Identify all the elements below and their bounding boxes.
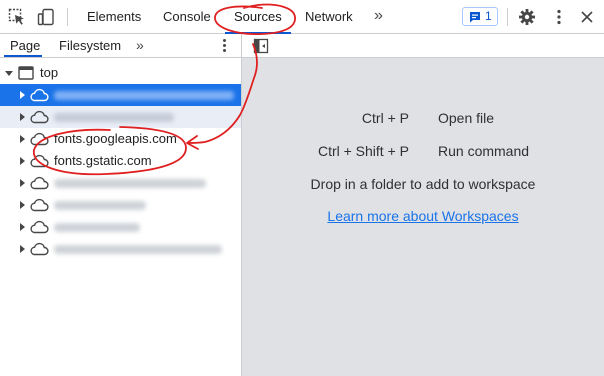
tree-item-origin[interactable]	[0, 238, 241, 260]
tree-item-origin[interactable]	[0, 106, 241, 128]
cloud-icon	[30, 220, 49, 234]
cloud-icon	[30, 88, 49, 102]
workspace-drop-hint: Drop in a folder to add to workspace	[310, 176, 536, 192]
toolbar-divider	[507, 8, 508, 26]
collapsed-arrow-icon[interactable]	[20, 157, 25, 165]
editor-tab-bar	[242, 34, 604, 58]
open-file-shortcut-keys: Ctrl + P	[361, 110, 409, 126]
cloud-icon	[30, 132, 49, 146]
collapsed-arrow-icon[interactable]	[20, 113, 25, 121]
learn-more-workspaces-link[interactable]: Learn more about Workspaces	[242, 208, 604, 224]
tab-sources-label: Sources	[234, 9, 282, 24]
sources-navigator: Page Filesystem » top fonts.googleapis.c…	[0, 34, 242, 376]
tree-item-origin[interactable]	[0, 84, 241, 106]
tree-item-origin[interactable]	[0, 172, 241, 194]
redacted-origin-label	[54, 245, 222, 254]
cloud-icon	[30, 198, 49, 212]
issues-icon	[470, 12, 480, 23]
issues-count: 1	[485, 9, 492, 23]
cloud-icon	[30, 176, 49, 190]
tab-filesystem[interactable]: Filesystem	[59, 34, 121, 57]
frame-icon	[18, 66, 34, 80]
run-command-shortcut-keys: Ctrl + Shift + P	[317, 143, 409, 159]
tree-item-label: fonts.gstatic.com	[54, 153, 152, 168]
run-command-shortcut-label: Run command	[438, 143, 530, 159]
tab-sources[interactable]: Sources	[225, 0, 291, 34]
close-devtools-icon[interactable]	[578, 8, 596, 26]
toolbar-divider	[67, 8, 68, 26]
cloud-icon	[30, 154, 49, 168]
inspect-element-icon[interactable]	[8, 8, 26, 26]
tab-console[interactable]: Console	[163, 0, 211, 33]
redacted-origin-label	[54, 91, 234, 100]
tree-item-origin[interactable]	[0, 216, 241, 238]
device-toolbar-icon[interactable]	[37, 8, 55, 26]
open-file-shortcut-label: Open file	[438, 110, 495, 126]
expanded-arrow-icon[interactable]	[5, 71, 13, 76]
cloud-icon	[30, 110, 49, 124]
tab-elements[interactable]: Elements	[87, 0, 141, 33]
editor-placeholder: Ctrl + P Open file Ctrl + Shift + P Run …	[242, 34, 604, 376]
active-nav-tab-indicator	[4, 55, 42, 57]
tab-page[interactable]: Page	[4, 34, 42, 57]
more-nav-tabs-button[interactable]: »	[136, 34, 144, 56]
redacted-origin-label	[54, 113, 174, 122]
tree-item-label: top	[40, 65, 59, 80]
navigator-tabs: Page Filesystem »	[0, 34, 242, 58]
tab-network[interactable]: Network	[305, 0, 353, 33]
collapsed-arrow-icon[interactable]	[20, 91, 25, 99]
tree-item-top[interactable]: top	[0, 62, 241, 84]
tree-item-origin[interactable]	[0, 194, 241, 216]
settings-gear-icon[interactable]	[518, 8, 536, 26]
collapsed-arrow-icon[interactable]	[20, 223, 25, 231]
collapsed-arrow-icon[interactable]	[20, 135, 25, 143]
collapsed-arrow-icon[interactable]	[20, 201, 25, 209]
tree-item-label: fonts.googleapis.com	[54, 131, 177, 146]
tree-item-fonts-googleapis[interactable]: fonts.googleapis.com	[0, 128, 241, 150]
devtools-toolbar: Elements Console Sources Network » 1	[0, 0, 604, 34]
cloud-icon	[30, 242, 49, 256]
collapsed-arrow-icon[interactable]	[20, 179, 25, 187]
issues-badge[interactable]: 1	[462, 7, 498, 26]
more-options-icon[interactable]	[550, 8, 568, 26]
navigator-menu-icon[interactable]	[221, 38, 227, 54]
tab-page-label: Page	[10, 38, 41, 53]
toggle-navigator-icon[interactable]	[253, 38, 269, 54]
redacted-origin-label	[54, 179, 206, 188]
collapsed-arrow-icon[interactable]	[20, 245, 25, 253]
redacted-origin-label	[54, 201, 146, 210]
redacted-origin-label	[54, 223, 140, 232]
more-tabs-button[interactable]: »	[374, 0, 383, 33]
tree-item-fonts-gstatic[interactable]: fonts.gstatic.com	[0, 150, 241, 172]
